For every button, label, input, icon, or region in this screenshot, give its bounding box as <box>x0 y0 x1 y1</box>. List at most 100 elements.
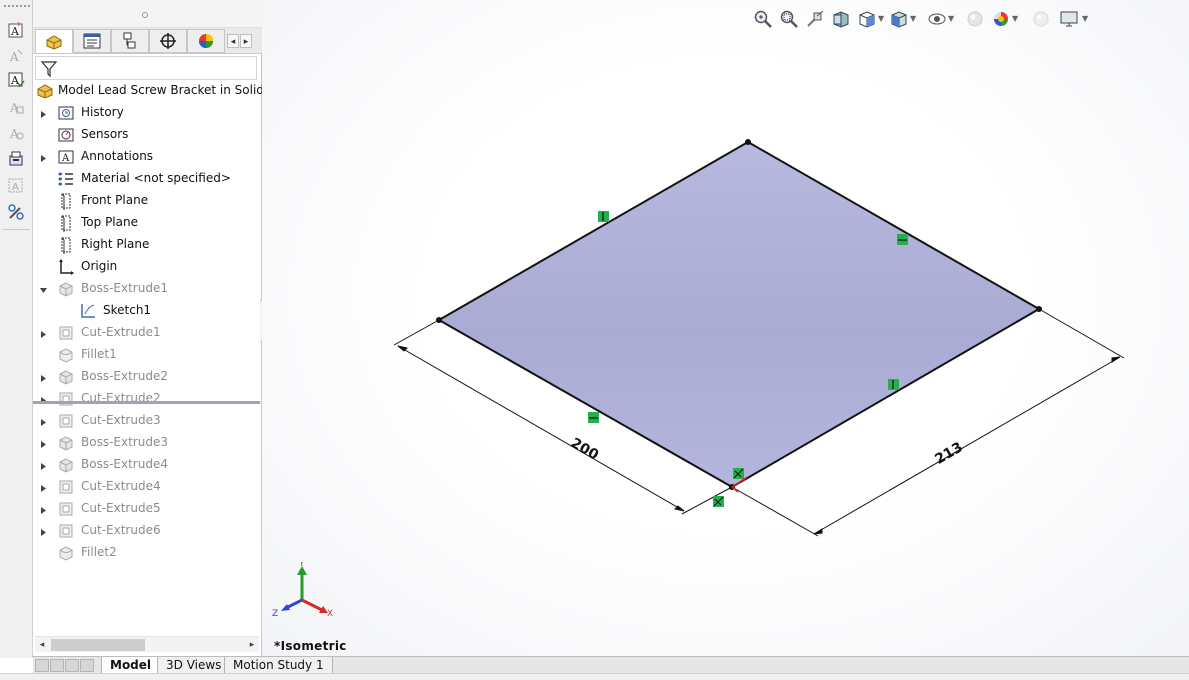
tree-item-label: Cut-Extrude1 <box>81 325 161 339</box>
note-icon[interactable]: A <box>6 46 26 66</box>
svg-text:A: A <box>61 153 70 164</box>
toolbar-grip[interactable] <box>4 5 30 7</box>
tree-item-fillet1[interactable]: Fillet1 <box>33 344 262 366</box>
parallel-relation-icon[interactable] <box>598 211 609 222</box>
tree-item-cut-extrude1[interactable]: Cut-Extrude1 <box>33 322 262 344</box>
tree-item-cut-extrude4[interactable]: Cut-Extrude4 <box>33 476 262 498</box>
tree-item-label: Cut-Extrude6 <box>81 523 161 537</box>
tree-item-cut-extrude6[interactable]: Cut-Extrude6 <box>33 520 262 542</box>
sketch-vertex[interactable] <box>745 139 751 145</box>
tab-feature-manager[interactable] <box>35 29 73 53</box>
tree-item-cut-extrude3[interactable]: Cut-Extrude3 <box>33 410 262 432</box>
tree-item-sketch1[interactable]: Sketch1 <box>33 300 262 322</box>
tree-item-boss-extrude2[interactable]: Boss-Extrude2 <box>33 366 262 388</box>
tab-configuration-manager[interactable] <box>111 29 149 53</box>
tree-item-label: Fillet2 <box>81 545 117 559</box>
boss-extrude-icon <box>57 434 75 452</box>
bottom-tab-bar: Model 3D Views Motion Study 1 <box>33 656 1189 674</box>
first-tab-button[interactable] <box>35 659 49 672</box>
expand-arrow-icon[interactable] <box>39 460 47 470</box>
tree-item-label: Annotations <box>81 149 154 163</box>
tree-item-label: Cut-Extrude3 <box>81 413 161 427</box>
expand-arrow-icon[interactable] <box>39 416 47 426</box>
tree-item-cut-extrude2[interactable]: Cut-Extrude2 <box>33 388 262 410</box>
splitter-handle-icon[interactable] <box>142 12 148 18</box>
reference-triad[interactable]: Y X Z <box>270 562 340 622</box>
tree-item-boss-extrude1[interactable]: Boss-Extrude1 <box>33 278 262 300</box>
graphics-area[interactable]: ▼ ▼ ▼ ▼ ▼ 200 213 Y X Z *Isometric <box>262 0 1189 656</box>
tree-item-label: Boss-Extrude1 <box>81 281 168 295</box>
next-tab-button[interactable] <box>65 659 79 672</box>
scroll-thumb[interactable] <box>51 639 145 651</box>
parallel-relation-icon[interactable] <box>897 234 908 245</box>
surface-finish-icon[interactable] <box>6 149 26 169</box>
tree-root-part[interactable]: Model Lead Screw Bracket in SolidWor <box>33 80 287 102</box>
auto-dimension-icon[interactable] <box>6 202 26 222</box>
tab-property-manager[interactable] <box>73 29 111 53</box>
rollback-bar[interactable] <box>33 401 260 404</box>
tree-item-cut-extrude5[interactable]: Cut-Extrude5 <box>33 498 262 520</box>
feature-tree-filter[interactable] <box>35 56 257 80</box>
spell-check-icon[interactable]: A <box>6 70 26 90</box>
expand-arrow-icon[interactable] <box>39 152 47 162</box>
tree-item-origin[interactable]: Origin <box>33 256 262 278</box>
tree-item-top-plane[interactable]: Top Plane <box>33 212 262 234</box>
dimxpert-icon <box>160 33 176 49</box>
feature-manager-tabs: ◂ ▸ <box>33 28 262 54</box>
dimension-value-left[interactable]: 200 <box>568 435 602 464</box>
coincident-relation-icon[interactable] <box>713 496 724 507</box>
tree-item-boss-extrude3[interactable]: Boss-Extrude3 <box>33 432 262 454</box>
scroll-right-icon[interactable]: ▸ <box>245 637 259 653</box>
dimension-value-right[interactable]: 213 <box>932 439 965 467</box>
history-icon <box>57 104 75 122</box>
last-tab-button[interactable] <box>80 659 94 672</box>
boss-extrude-icon <box>57 280 75 298</box>
parallel-relation-icon[interactable] <box>888 379 899 390</box>
tree-item-label: Sensors <box>81 127 129 141</box>
expand-arrow-icon[interactable] <box>39 504 47 514</box>
part-icon <box>37 84 53 99</box>
expand-arrow-icon[interactable] <box>39 526 47 536</box>
expand-arrow-icon[interactable] <box>39 372 47 382</box>
datum-feature-icon[interactable]: A <box>6 176 26 196</box>
tree-item-material-not-specified[interactable]: Material <not specified> <box>33 168 262 190</box>
parallel-relation-icon[interactable] <box>588 412 599 423</box>
tab-motion-study-1[interactable]: Motion Study 1 <box>224 657 333 674</box>
tree-item-annotations[interactable]: A Annotations <box>33 146 262 168</box>
smart-dimension-icon[interactable]: A <box>6 20 26 40</box>
tab-model[interactable]: Model <box>101 657 161 674</box>
tree-item-history[interactable]: History <box>33 102 262 124</box>
tab-dimxpert-manager[interactable] <box>149 29 187 53</box>
tree-horizontal-scrollbar[interactable]: ◂ ▸ <box>35 636 259 652</box>
expand-arrow-icon[interactable] <box>39 108 47 118</box>
expand-arrow-icon[interactable] <box>39 482 47 492</box>
sketch-face[interactable] <box>439 142 1039 487</box>
scroll-left-icon[interactable]: ◂ <box>35 637 49 653</box>
filter-icon <box>40 61 58 78</box>
tree-item-label: Front Plane <box>81 193 149 207</box>
previous-tab-button[interactable] <box>50 659 64 672</box>
panel-splitter[interactable] <box>33 0 262 28</box>
tree-item-fillet2[interactable]: Fillet2 <box>33 542 262 564</box>
tree-item-label: Cut-Extrude5 <box>81 501 161 515</box>
tab-3d-views[interactable]: 3D Views <box>157 657 231 674</box>
tree-item-label: Boss-Extrude2 <box>81 369 168 383</box>
collapse-arrow-icon[interactable] <box>39 284 47 294</box>
tree-item-front-plane[interactable]: Front Plane <box>33 190 262 212</box>
expand-arrow-icon[interactable] <box>39 328 47 338</box>
format-painter-icon[interactable]: A <box>6 97 26 117</box>
tree-item-label: Boss-Extrude3 <box>81 435 168 449</box>
boss-extrude-icon <box>57 456 75 474</box>
coincident-relation-icon[interactable] <box>733 468 744 479</box>
cut-extrude-icon <box>57 324 75 342</box>
tabs-scroll-left-button[interactable]: ◂ <box>227 34 239 48</box>
tree-item-sensors[interactable]: Sensors <box>33 124 262 146</box>
tabs-scroll-right-button[interactable]: ▸ <box>240 34 252 48</box>
tree-item-label: History <box>81 105 124 119</box>
annotations-icon: A <box>57 148 75 166</box>
balloon-icon[interactable]: A <box>6 123 26 143</box>
tree-item-boss-extrude4[interactable]: Boss-Extrude4 <box>33 454 262 476</box>
expand-arrow-icon[interactable] <box>39 438 47 448</box>
tree-item-right-plane[interactable]: Right Plane <box>33 234 262 256</box>
tab-display-manager[interactable] <box>187 29 225 53</box>
